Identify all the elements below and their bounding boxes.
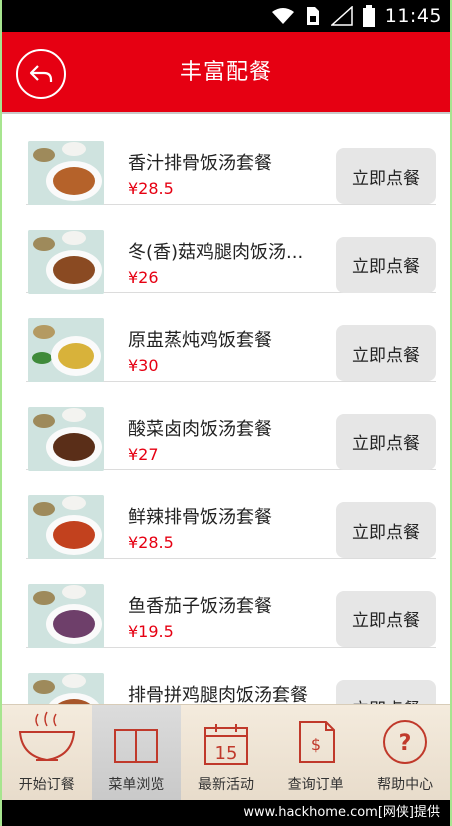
- calendar-icon: 15: [203, 724, 248, 765]
- book-icon: [114, 729, 159, 763]
- order-now-button[interactable]: 立即点餐: [336, 236, 436, 293]
- tab-label: 帮助中心: [377, 777, 434, 793]
- meal-photo: [28, 318, 104, 383]
- meal-photo: [28, 495, 104, 560]
- tab-label: 查询订单: [287, 777, 344, 793]
- signal-icon: [330, 6, 353, 26]
- meal-name: 鱼香茄子饭汤套餐: [128, 595, 272, 617]
- sim-card-icon: [305, 6, 321, 26]
- meal-photo: [28, 406, 104, 471]
- tab-help-center[interactable]: ? 帮助中心: [360, 705, 450, 800]
- meal-name: 排骨拼鸡腿肉饭汤套餐: [128, 684, 308, 704]
- bowl-icon: [18, 711, 75, 762]
- meal-row[interactable]: 冬(香)菇鸡腿肉饭汤... ¥26 立即点餐: [26, 205, 436, 294]
- meal-photo: [28, 229, 104, 294]
- meal-name: 冬(香)菇鸡腿肉饭汤...: [128, 241, 304, 263]
- meal-list[interactable]: 香汁排骨饭汤套餐 ¥28.5 立即点餐 冬(香)菇鸡腿肉饭汤... ¥26 立即…: [2, 116, 450, 704]
- meal-row[interactable]: 排骨拼鸡腿肉饭汤套餐 立即点餐: [26, 648, 436, 704]
- wifi-icon: [271, 7, 295, 25]
- order-now-button[interactable]: 立即点餐: [336, 502, 436, 559]
- clock-time: 11:45: [384, 5, 442, 27]
- tab-start-order[interactable]: 开始订餐: [2, 705, 92, 800]
- meal-photo: [28, 672, 104, 704]
- svg-text:?: ?: [399, 731, 412, 756]
- battery-icon: [362, 5, 375, 27]
- status-bar: 11:45: [2, 0, 450, 32]
- meal-name: 酸菜卤肉饭汤套餐: [128, 418, 272, 440]
- meal-photo: [28, 141, 104, 205]
- meal-price: ¥28.5: [128, 179, 174, 198]
- meal-row[interactable]: 鲜辣排骨饭汤套餐 ¥28.5 立即点餐: [26, 470, 436, 560]
- order-now-button[interactable]: 立即点餐: [336, 148, 436, 204]
- meal-name: 原盅蒸炖鸡饭套餐: [128, 330, 272, 352]
- tab-label: 菜单浏览: [108, 777, 165, 793]
- meal-price: ¥30: [128, 356, 159, 376]
- tab-query-orders[interactable]: $ 查询订单: [271, 705, 361, 800]
- meal-price: ¥19.5: [128, 621, 174, 641]
- meal-row[interactable]: 香汁排骨饭汤套餐 ¥28.5 立即点餐: [26, 116, 436, 205]
- order-now-button[interactable]: 立即点餐: [336, 679, 436, 704]
- tab-menu-browse[interactable]: 菜单浏览: [91, 705, 182, 800]
- tab-label: 开始订餐: [18, 777, 75, 793]
- meal-price: ¥28.5: [128, 533, 174, 553]
- svg-text:$: $: [310, 735, 320, 754]
- order-now-button[interactable]: 立即点餐: [336, 413, 436, 470]
- meal-photo: [28, 583, 104, 648]
- meal-price: ¥27: [128, 444, 159, 464]
- app-header: 丰富配餐: [2, 32, 450, 114]
- meal-row[interactable]: 酸菜卤肉饭汤套餐 ¥27 立即点餐: [26, 382, 436, 471]
- order-now-button[interactable]: 立即点餐: [336, 590, 436, 647]
- tab-label: 最新活动: [197, 777, 254, 793]
- calendar-day: 15: [215, 743, 238, 764]
- meal-name: 香汁排骨饭汤套餐: [128, 153, 272, 174]
- order-now-button[interactable]: 立即点餐: [336, 325, 436, 382]
- tab-latest-events[interactable]: 15 最新活动: [181, 705, 271, 800]
- app-screen: 11:45 丰富配餐 香汁排骨饭汤套餐 ¥28.5 立即点餐 冬(香)菇鸡腿肉饭…: [0, 0, 452, 826]
- bottom-tab-bar: 开始订餐 菜单浏览 15 最新活动 $ 查询订单 ? 帮助中心: [2, 704, 450, 800]
- meal-price: ¥26: [128, 267, 159, 287]
- meal-row[interactable]: 鱼香茄子饭汤套餐 ¥19.5 立即点餐: [26, 559, 436, 648]
- page-title: 丰富配餐: [179, 60, 272, 85]
- meal-name: 鲜辣排骨饭汤套餐: [128, 507, 272, 529]
- receipt-icon: $: [298, 721, 335, 763]
- meal-row[interactable]: 原盅蒸炖鸡饭套餐 ¥30 立即点餐: [26, 293, 436, 383]
- watermark-text: www.hackhome.com[网侠]提供: [2, 800, 450, 826]
- help-icon: ?: [383, 720, 428, 764]
